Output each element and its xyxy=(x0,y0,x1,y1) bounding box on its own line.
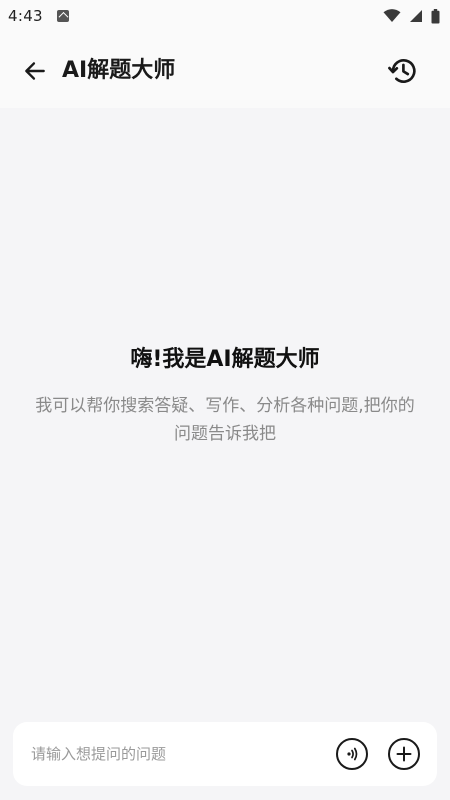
status-bar: 4:43 xyxy=(0,0,450,32)
arrow-left-icon xyxy=(25,62,45,80)
signal-icon xyxy=(410,10,422,22)
notification-a-icon xyxy=(56,10,69,22)
page-title: AI解题大师 xyxy=(62,58,176,83)
history-button[interactable] xyxy=(385,53,421,89)
composer-bar xyxy=(13,722,437,786)
wifi-icon xyxy=(383,9,401,22)
back-button[interactable] xyxy=(20,56,50,86)
status-time: 4:43 xyxy=(8,7,43,25)
app-bar: AI解题大师 xyxy=(0,32,450,108)
plus-icon xyxy=(396,746,412,762)
add-button[interactable] xyxy=(388,738,420,770)
history-icon xyxy=(388,59,416,83)
welcome-title: 嗨!我是AI解题大师 xyxy=(130,347,320,372)
welcome-description: 我可以帮你搜索答疑、写作、分析各种问题,把你的问题告诉我把 xyxy=(35,396,415,444)
voice-button[interactable] xyxy=(336,738,368,770)
status-icons xyxy=(383,8,440,24)
chat-area: 嗨!我是AI解题大师 我可以帮你搜索答疑、写作、分析各种问题,把你的问题告诉我把 xyxy=(0,108,450,712)
battery-icon xyxy=(431,8,440,23)
voice-icon xyxy=(347,747,358,761)
question-input[interactable] xyxy=(31,738,311,770)
